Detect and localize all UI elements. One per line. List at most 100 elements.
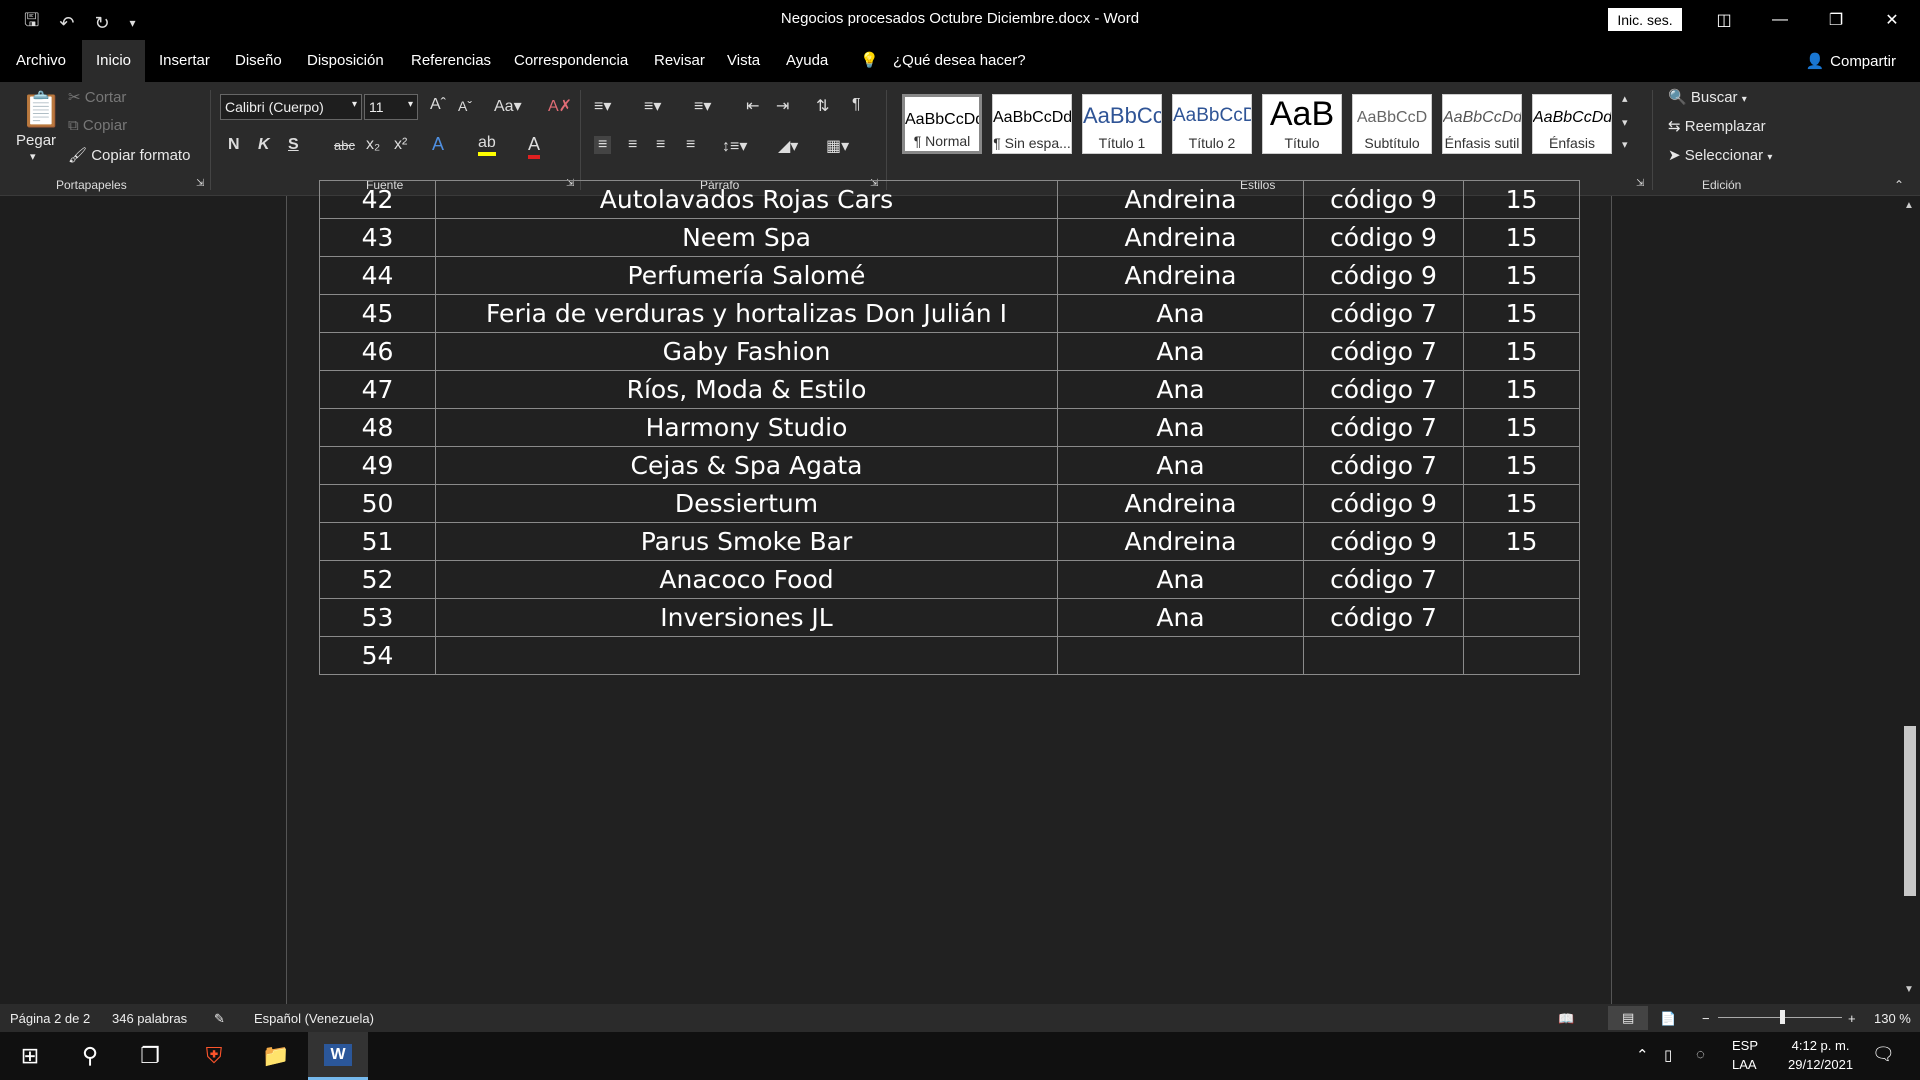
customize-qat-icon[interactable]: ▾ bbox=[130, 16, 136, 30]
zoom-level[interactable]: 130 % bbox=[1874, 1011, 1911, 1026]
grow-font-icon[interactable]: Aˆ bbox=[430, 96, 446, 114]
file-explorer-icon[interactable]: 📁 bbox=[246, 1032, 306, 1080]
style-titulo-1[interactable]: AaBbCc Título 1 bbox=[1082, 94, 1162, 154]
increase-indent-icon[interactable]: ⇥ bbox=[776, 96, 789, 116]
font-color-icon[interactable]: A bbox=[528, 134, 541, 159]
styles-launcher-icon[interactable]: ⇲ bbox=[1636, 178, 1644, 189]
share-button[interactable]: 👤 Compartir bbox=[1805, 52, 1896, 71]
tab-ayuda[interactable]: Ayuda bbox=[786, 40, 828, 82]
wifi-icon[interactable]: ◌ bbox=[1696, 1046, 1705, 1063]
tab-inicio[interactable]: Inicio bbox=[82, 40, 146, 82]
italic-button[interactable]: K bbox=[258, 136, 270, 154]
style-enfasis[interactable]: AaBbCcDd Énfasis bbox=[1532, 94, 1612, 154]
text-effects-icon[interactable]: A bbox=[432, 134, 444, 155]
pilcrow-icon[interactable]: ¶ bbox=[852, 96, 861, 114]
close-icon[interactable]: ✕ bbox=[1864, 0, 1920, 40]
copy-button[interactable]: ⧉ Copiar bbox=[68, 117, 127, 134]
language-status[interactable]: Español (Venezuela) bbox=[254, 1011, 374, 1026]
shrink-font-icon[interactable]: Aˇ bbox=[458, 98, 472, 114]
styles-scroll-down-icon[interactable]: ▾ bbox=[1622, 116, 1628, 129]
scroll-down-icon[interactable]: ▼ bbox=[1904, 984, 1914, 995]
restore-icon[interactable]: ❐ bbox=[1808, 0, 1864, 40]
tab-referencias[interactable]: Referencias bbox=[411, 40, 491, 82]
style-titulo[interactable]: AaB Título bbox=[1262, 94, 1342, 154]
word-count[interactable]: 346 palabras bbox=[112, 1011, 187, 1026]
document-page[interactable]: 42 Autolavados Rojas Cars Andreina código 9… bbox=[286, 180, 1612, 1004]
find-button[interactable]: 🔍 Buscar ▾ bbox=[1668, 88, 1747, 106]
tab-disposicion[interactable]: Disposición bbox=[307, 40, 384, 82]
tab-vista[interactable]: Vista bbox=[727, 40, 760, 82]
tab-correspondencia[interactable]: Correspondencia bbox=[514, 40, 628, 82]
undo-icon[interactable]: ↶ bbox=[59, 13, 74, 34]
superscript-icon[interactable]: x² bbox=[394, 136, 407, 154]
print-layout-icon[interactable]: ▤ bbox=[1608, 1006, 1649, 1030]
tab-revisar[interactable]: Revisar bbox=[654, 40, 705, 82]
zoom-out-icon[interactable]: − bbox=[1702, 1011, 1710, 1026]
tab-diseno[interactable]: Diseño bbox=[235, 40, 282, 82]
style-subtitulo[interactable]: AaBbCcD Subtítulo bbox=[1352, 94, 1432, 154]
replace-button[interactable]: ⇆ Reemplazar bbox=[1668, 117, 1766, 135]
cut-button[interactable]: ✂ Cortar bbox=[68, 88, 126, 106]
scrollbar-thumb[interactable] bbox=[1904, 726, 1916, 896]
style-normal[interactable]: AaBbCcDd ¶ Normal bbox=[902, 94, 982, 154]
sort-icon[interactable]: ⇅ bbox=[816, 96, 829, 116]
tab-insertar[interactable]: Insertar bbox=[159, 40, 210, 82]
justify-icon[interactable]: ≡ bbox=[686, 136, 695, 154]
subscript-icon[interactable]: x₂ bbox=[366, 136, 380, 154]
highlight-icon[interactable]: ab bbox=[478, 134, 496, 156]
read-mode-icon[interactable]: 📖 bbox=[1558, 1011, 1574, 1027]
sign-in-button[interactable]: Inic. ses. bbox=[1608, 8, 1682, 31]
tell-me-input[interactable]: ¿Qué desea hacer? bbox=[893, 40, 1026, 82]
underline-button[interactable]: S bbox=[288, 136, 299, 154]
vertical-scrollbar[interactable]: ▲ ▼ bbox=[1900, 196, 1920, 1004]
clipboard-launcher-icon[interactable]: ⇲ bbox=[196, 178, 204, 189]
align-center-icon[interactable]: ≡ bbox=[628, 136, 637, 154]
line-spacing-icon[interactable]: ↕≡▾ bbox=[722, 136, 747, 156]
brave-browser-icon[interactable]: ⛨ bbox=[184, 1032, 244, 1080]
clock[interactable]: 4:12 p. m. 29/12/2021 bbox=[1788, 1038, 1853, 1072]
proofing-icon[interactable]: ✎ bbox=[214, 1011, 225, 1027]
bold-button[interactable]: N bbox=[228, 136, 240, 154]
zoom-in-icon[interactable]: + bbox=[1848, 1011, 1856, 1026]
style-enfasis-sutil[interactable]: AaBbCcDd Énfasis sutil bbox=[1442, 94, 1522, 154]
paste-icon[interactable]: 📋 bbox=[20, 90, 62, 130]
word-app-icon[interactable]: W bbox=[308, 1032, 368, 1080]
collapse-ribbon-icon[interactable]: ⌃ bbox=[1894, 178, 1904, 192]
styles-more-icon[interactable]: ▾ bbox=[1622, 138, 1628, 151]
lightbulb-icon[interactable]: 💡 bbox=[860, 40, 879, 82]
paste-dropdown-icon[interactable]: ▾ bbox=[30, 150, 36, 163]
decrease-indent-icon[interactable]: ⇤ bbox=[746, 96, 759, 116]
clear-formatting-icon[interactable]: A✗ bbox=[548, 96, 572, 116]
align-right-icon[interactable]: ≡ bbox=[656, 136, 665, 154]
save-icon[interactable]: 🖫 bbox=[24, 8, 39, 38]
page-count[interactable]: Página 2 de 2 bbox=[10, 1011, 90, 1026]
scroll-up-icon[interactable]: ▲ bbox=[1904, 200, 1914, 211]
ribbon-display-icon[interactable]: ◫ bbox=[1696, 0, 1752, 40]
zoom-slider-handle[interactable] bbox=[1780, 1010, 1785, 1024]
style-titulo-2[interactable]: AaBbCcD Título 2 bbox=[1172, 94, 1252, 154]
font-name-select[interactable]: Calibri (Cuerpo) ▾ bbox=[220, 94, 362, 120]
tray-chevron-icon[interactable]: ⌃ bbox=[1636, 1046, 1649, 1064]
select-button[interactable]: ➤ Seleccionar ▾ bbox=[1668, 146, 1772, 164]
web-layout-icon[interactable]: 📄 bbox=[1660, 1011, 1676, 1027]
notifications-icon[interactable]: 🗨 bbox=[1872, 1044, 1895, 1065]
task-view-icon[interactable]: ❐ bbox=[120, 1032, 180, 1080]
format-painter-button[interactable]: 🖌 Copiar formato bbox=[68, 146, 190, 164]
font-size-select[interactable]: 11 ▾ bbox=[364, 94, 418, 120]
align-left-icon[interactable]: ≡ bbox=[594, 136, 612, 154]
windows-start-icon[interactable]: ⊞ bbox=[0, 1032, 60, 1080]
search-icon[interactable]: ⚲ bbox=[60, 1032, 120, 1080]
borders-icon[interactable]: ▦▾ bbox=[826, 136, 849, 156]
styles-scroll-up-icon[interactable]: ▴ bbox=[1622, 92, 1628, 105]
shading-icon[interactable]: ◢▾ bbox=[778, 136, 798, 156]
redo-icon[interactable]: ↻ bbox=[94, 13, 109, 34]
minimize-icon[interactable]: — bbox=[1752, 0, 1808, 40]
numbering-icon[interactable]: ≡▾ bbox=[644, 96, 661, 116]
tab-archivo[interactable]: Archivo bbox=[16, 40, 66, 82]
strikethrough-button[interactable]: abc bbox=[334, 138, 355, 153]
battery-icon[interactable]: ▯ bbox=[1664, 1046, 1672, 1064]
change-case-icon[interactable]: Aa▾ bbox=[494, 96, 522, 116]
paste-button[interactable]: Pegar bbox=[16, 132, 56, 149]
multilevel-list-icon[interactable]: ≡▾ bbox=[694, 96, 711, 116]
input-language[interactable]: ESP LAA bbox=[1732, 1038, 1758, 1072]
